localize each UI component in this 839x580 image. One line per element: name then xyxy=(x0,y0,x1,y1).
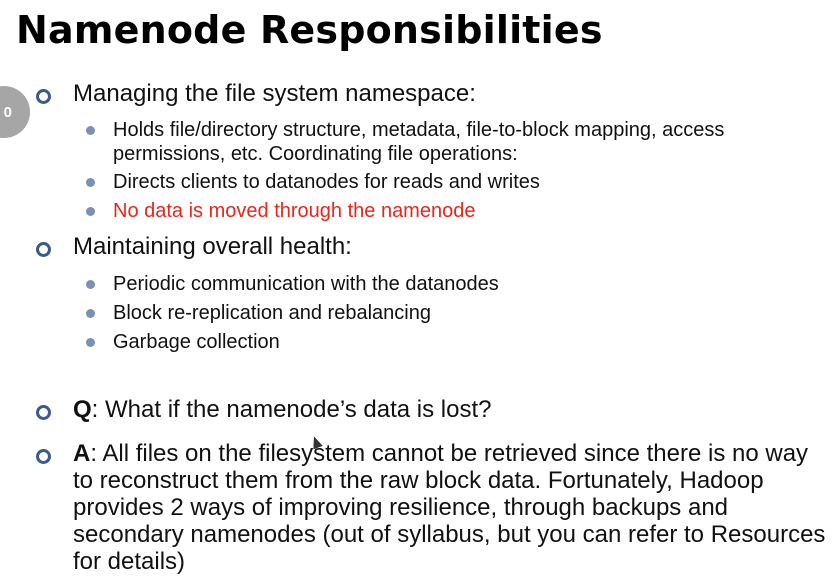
bullet-text: Managing the file system namespace: xyxy=(73,80,476,107)
bullet-maintaining-health: Maintaining overall health: xyxy=(36,233,352,260)
ring-bullet-icon xyxy=(36,449,51,464)
slide-number-text: 0 xyxy=(3,103,12,121)
bullet-answer: A: All files on the filesystem cannot be… xyxy=(36,440,831,575)
dot-bullet-icon xyxy=(86,207,95,216)
subbullet-periodic-communication: Periodic communication with the datanode… xyxy=(86,272,499,296)
dot-bullet-icon xyxy=(86,309,95,318)
subbullet-text: Holds file/directory structure, metadata… xyxy=(113,119,725,165)
ring-bullet-icon xyxy=(36,242,51,257)
subbullet-text: Garbage collection xyxy=(113,331,280,353)
answer-text: : All files on the filesystem cannot be … xyxy=(73,440,826,575)
subbullet-text: Directs clients to datanodes for reads a… xyxy=(113,171,540,193)
bullet-question: Q: What if the namenode’s data is lost? xyxy=(36,396,491,423)
question-label: Q xyxy=(73,396,92,423)
dot-bullet-icon xyxy=(86,338,95,347)
question-text: : What if the namenode’s data is lost? xyxy=(91,396,492,423)
subbullet-block-replication: Block re-replication and rebalancing xyxy=(86,301,431,325)
subbullet-no-data-moved: No data is moved through the namenode xyxy=(86,199,475,223)
dot-bullet-icon xyxy=(86,178,95,187)
subbullet-directs-clients: Directs clients to datanodes for reads a… xyxy=(86,170,540,194)
subbullet-text-highlight: No data is moved through the namenode xyxy=(113,200,476,222)
subbullet-text: Block re-replication and rebalancing xyxy=(113,302,431,324)
bullet-text: Q: What if the namenode’s data is lost? xyxy=(73,396,491,423)
subbullet-text: Periodic communication with the datanode… xyxy=(113,273,499,295)
answer-label: A xyxy=(73,440,91,467)
slide-number-badge: 0 xyxy=(0,86,30,138)
subbullet-garbage-collection: Garbage collection xyxy=(86,330,280,354)
bullet-text: Maintaining overall health: xyxy=(73,233,352,260)
dot-bullet-icon xyxy=(86,280,95,289)
dot-bullet-icon xyxy=(86,126,95,135)
subbullet-holds-structure: Holds file/directory structure, metadata… xyxy=(86,118,806,166)
ring-bullet-icon xyxy=(36,405,51,420)
bullet-managing-namespace: Managing the file system namespace: xyxy=(36,80,476,107)
ring-bullet-icon xyxy=(36,89,51,104)
slide-title: Namenode Responsibilities xyxy=(16,8,603,52)
bullet-text: A: All files on the filesystem cannot be… xyxy=(73,440,831,575)
slide: Namenode Responsibilities 0 Managing the… xyxy=(0,0,839,580)
